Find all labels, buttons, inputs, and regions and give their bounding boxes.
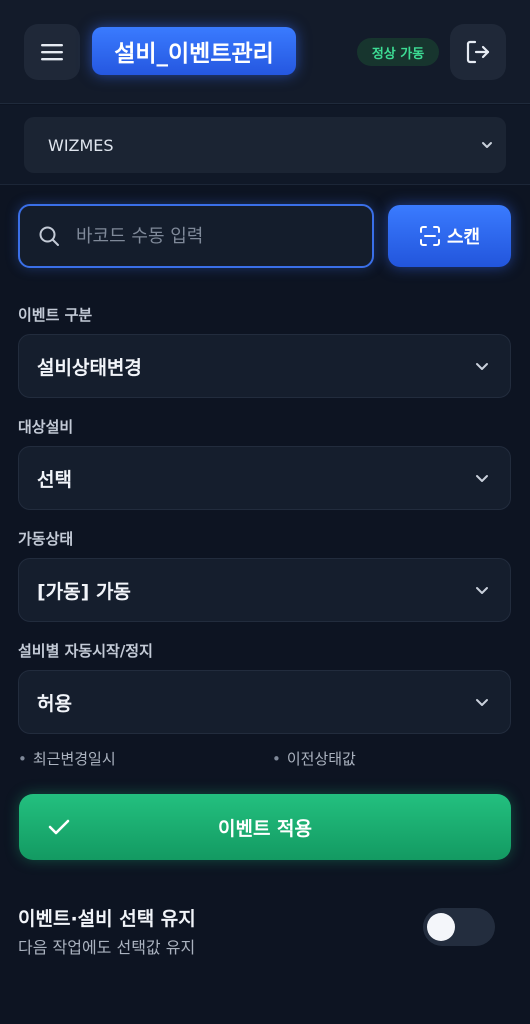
- event-type-label: 이벤트 구분: [18, 306, 93, 324]
- bullet-icon: •: [272, 750, 281, 768]
- scan-button[interactable]: 스캔: [388, 205, 511, 267]
- keep-selection-toggle[interactable]: [423, 908, 495, 946]
- chevron-down-icon: [476, 587, 488, 594]
- chevron-down-icon: [476, 475, 488, 482]
- barcode-input-box[interactable]: [18, 204, 374, 268]
- last-changed-label: 최근변경일시: [32, 750, 116, 768]
- site-bar: WIZMES: [0, 105, 530, 185]
- site-select-value: WIZMES: [48, 135, 114, 155]
- auto-start-stop-label: 설비별 자동시작/정지: [18, 642, 153, 660]
- target-equipment-label: 대상설비: [18, 418, 74, 436]
- apply-event-label: 이벤트 적용: [217, 817, 312, 840]
- scan-button-label: 스캔: [446, 227, 481, 248]
- logout-button[interactable]: [450, 24, 506, 80]
- keep-selection-title: 이벤트·설비 선택 유지: [18, 908, 196, 930]
- auto-start-stop-value: 허용: [37, 692, 72, 715]
- apply-event-button[interactable]: 이벤트 적용: [19, 794, 511, 860]
- event-type-value: 설비상태변경: [37, 356, 142, 379]
- operation-status-label: 가동상태: [18, 530, 74, 548]
- app-header: 설비_이벤트관리 정상 가동: [0, 0, 530, 104]
- previous-status-label: 이전상태값: [286, 750, 356, 768]
- scan-icon: [419, 226, 440, 246]
- barcode-input[interactable]: [76, 225, 336, 247]
- last-changed-info: • 최근변경일시: [18, 748, 116, 769]
- auto-start-stop-select[interactable]: 허용: [18, 670, 511, 734]
- page-title[interactable]: 설비_이벤트관리: [92, 27, 296, 75]
- toggle-knob: [427, 913, 455, 941]
- previous-status-info: • 이전상태값: [272, 748, 356, 769]
- chevron-down-icon: [476, 699, 488, 706]
- operation-status-value: [가동] 가동: [37, 580, 131, 603]
- check-icon: [48, 819, 70, 835]
- event-type-select[interactable]: 설비상태변경: [18, 334, 511, 398]
- chevron-down-icon: [482, 142, 492, 148]
- site-select[interactable]: WIZMES: [24, 117, 506, 173]
- logout-icon: [466, 40, 490, 64]
- chevron-down-icon: [476, 363, 488, 370]
- status-badge: 정상 가동: [357, 38, 439, 66]
- search-icon: [39, 226, 59, 246]
- bullet-icon: •: [18, 750, 27, 768]
- target-equipment-select[interactable]: 선택: [18, 446, 511, 510]
- keep-selection-subtitle: 다음 작업에도 선택값 유지: [18, 938, 196, 957]
- hamburger-menu-icon: [41, 44, 63, 61]
- target-equipment-value: 선택: [37, 468, 72, 491]
- menu-button[interactable]: [24, 24, 80, 80]
- operation-status-select[interactable]: [가동] 가동: [18, 558, 511, 622]
